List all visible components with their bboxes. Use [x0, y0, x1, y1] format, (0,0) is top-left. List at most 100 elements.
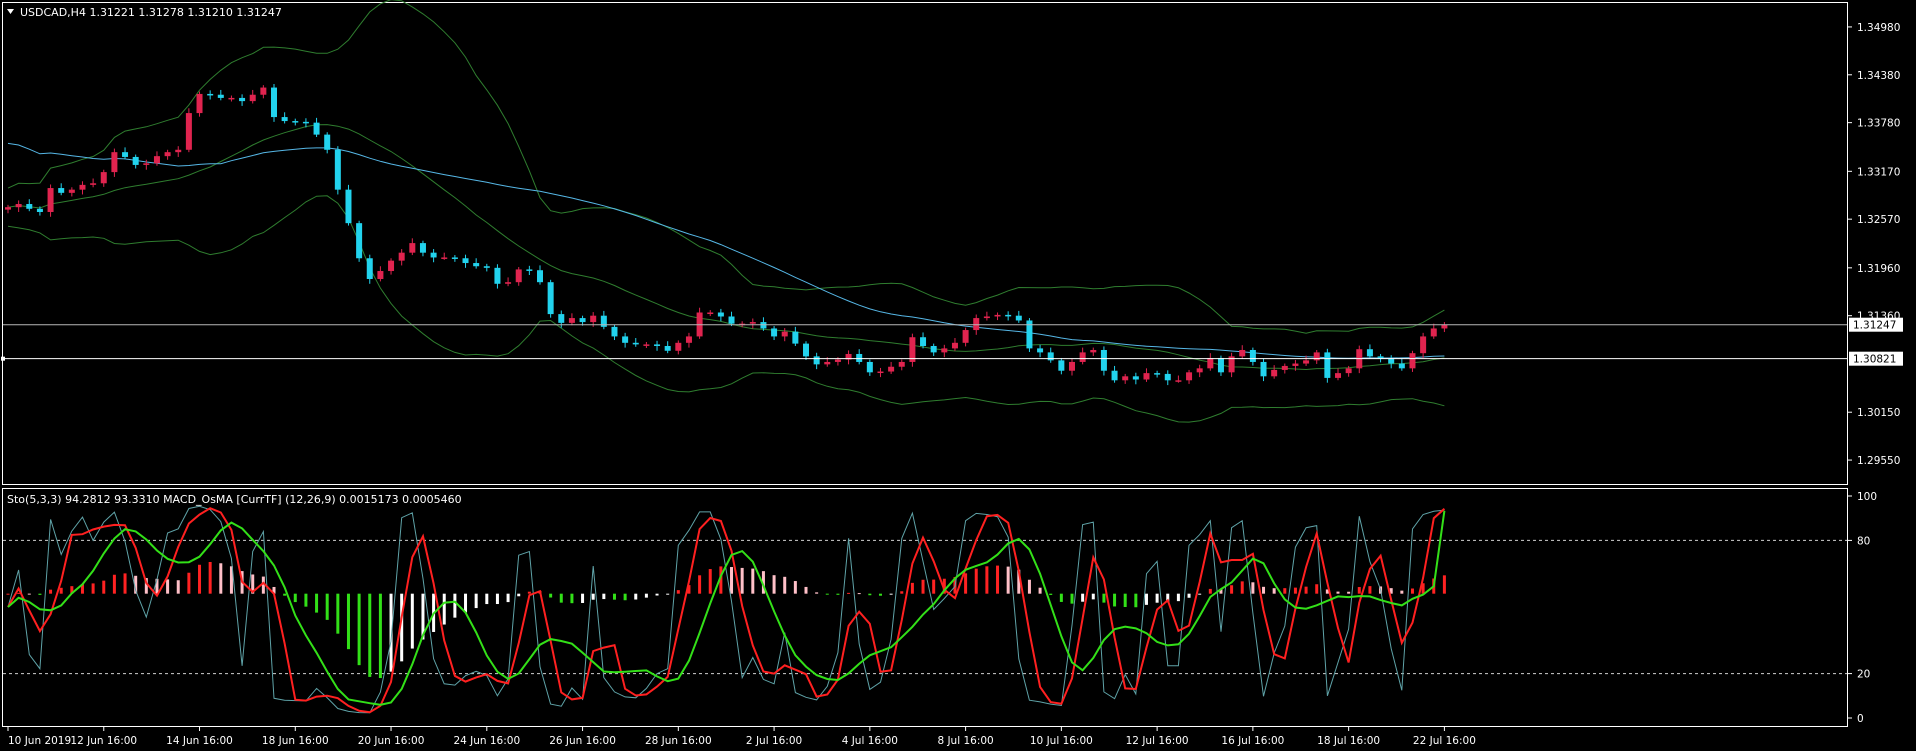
- osma-bar: [464, 593, 468, 613]
- candle-bullish: [5, 207, 11, 210]
- candle-bearish: [579, 318, 586, 323]
- price-tick-label: 1.34380: [1857, 70, 1900, 82]
- osma-bar: [1368, 586, 1372, 594]
- osma-bar: [549, 593, 553, 598]
- candle-bullish: [590, 315, 597, 323]
- candle-bullish: [1069, 361, 1075, 371]
- time-tick-label: 18 Jun 16:00: [262, 735, 329, 747]
- osma-bar: [900, 591, 904, 594]
- osma-bar: [357, 593, 361, 666]
- candle-bullish: [951, 342, 958, 349]
- osma-bar: [772, 575, 776, 594]
- candle-bearish: [537, 270, 543, 283]
- candle-bearish: [866, 361, 873, 373]
- candle-bullish: [994, 314, 1001, 317]
- candle-bullish: [398, 252, 405, 261]
- candle-bullish: [441, 257, 448, 259]
- osma-bar: [730, 567, 734, 594]
- osma-bar: [304, 593, 308, 607]
- candle-bearish: [292, 121, 299, 123]
- osma-bar: [91, 583, 95, 594]
- candle-bearish: [664, 346, 671, 351]
- candle-bullish: [228, 97, 235, 100]
- candle-bearish: [1037, 348, 1044, 353]
- time-tick-label: 22 Jul 16:00: [1413, 735, 1476, 747]
- osma-bar: [602, 593, 606, 600]
- osma-bar: [581, 593, 585, 603]
- osma-bar: [889, 593, 893, 595]
- osma-bar: [517, 593, 521, 597]
- osma-bar: [825, 593, 829, 595]
- candle-bearish: [1015, 315, 1022, 321]
- candle-bullish: [973, 318, 980, 331]
- osma-bar: [964, 573, 968, 594]
- candle-bearish: [717, 312, 724, 317]
- osma-bar: [166, 579, 170, 594]
- osma-bar: [974, 568, 978, 594]
- time-tick-label: 26 Jun 16:00: [549, 735, 616, 747]
- osma-bar: [1272, 588, 1276, 594]
- time-tick-label: 20 Jun 16:00: [358, 735, 425, 747]
- candle-bullish: [47, 188, 54, 212]
- candle-bearish: [1100, 349, 1107, 371]
- candle-bullish: [941, 348, 948, 353]
- candle-bearish: [1111, 370, 1118, 381]
- candle-bearish: [547, 282, 554, 315]
- osma-bar: [751, 568, 755, 594]
- osma-bar: [1123, 593, 1127, 608]
- price-tag-label: 1.30821: [1853, 354, 1896, 366]
- candle-bullish: [143, 163, 150, 165]
- candle-bullish: [164, 152, 171, 157]
- candle-bearish: [345, 189, 352, 224]
- candle-bearish: [281, 117, 288, 122]
- osma-bar: [495, 593, 499, 605]
- candle-bullish: [749, 322, 756, 324]
- candle-bearish: [526, 269, 533, 271]
- candle-bearish: [558, 314, 565, 323]
- time-tick-label: 8 Jul 16:00: [937, 735, 993, 747]
- osma-bar: [49, 589, 53, 594]
- candle-bullish: [1186, 372, 1193, 381]
- osma-bar: [1293, 587, 1297, 594]
- candle-bearish: [483, 266, 490, 268]
- candle-bearish: [122, 152, 129, 157]
- candle-bearish: [632, 342, 639, 345]
- osma-bar: [985, 566, 989, 594]
- candle-bearish: [1260, 361, 1267, 377]
- price-tick-label: 1.31960: [1857, 263, 1900, 275]
- osma-bar: [634, 593, 638, 600]
- osma-bar: [1038, 587, 1042, 594]
- osma-bar: [1176, 593, 1180, 602]
- osma-bar: [208, 561, 212, 594]
- trading-chart[interactable]: 1.34980 1.34380 1.33780 1.33170 1.32570 1.319…: [0, 0, 1916, 751]
- candle-bearish: [207, 93, 214, 96]
- osma-bar: [1442, 575, 1446, 594]
- osma-bar: [474, 593, 478, 609]
- osma-bar: [59, 587, 63, 594]
- candle-bullish: [877, 371, 884, 374]
- candle-bullish: [1420, 336, 1427, 354]
- osma-bar: [1187, 593, 1191, 598]
- symbol-header[interactable]: USDCAD,H4 1.31221 1.31278 1.31210 1.3124…: [7, 6, 282, 19]
- candle-bearish: [611, 326, 618, 337]
- osma-bar: [1027, 579, 1031, 594]
- osma-bar: [187, 572, 191, 594]
- osma-bar: [1230, 585, 1234, 594]
- candle-bearish: [760, 322, 767, 329]
- osma-bar: [655, 593, 659, 596]
- osma-bar: [112, 574, 116, 594]
- candle-bullish: [983, 316, 990, 319]
- candle-bullish: [1409, 353, 1416, 369]
- time-tick-label: 10 Jul 16:00: [1030, 735, 1093, 747]
- osma-bar: [198, 564, 202, 594]
- candle-bearish: [462, 258, 469, 264]
- candle-bearish: [313, 122, 320, 135]
- candle-bullish: [505, 282, 512, 284]
- candle-bullish: [1196, 368, 1203, 373]
- osma-bar: [698, 575, 702, 594]
- candle-bearish: [930, 346, 937, 353]
- candle-bullish: [175, 149, 182, 153]
- candle-bullish: [111, 152, 118, 173]
- candle-bullish: [1271, 369, 1278, 377]
- candle-bullish: [568, 318, 575, 323]
